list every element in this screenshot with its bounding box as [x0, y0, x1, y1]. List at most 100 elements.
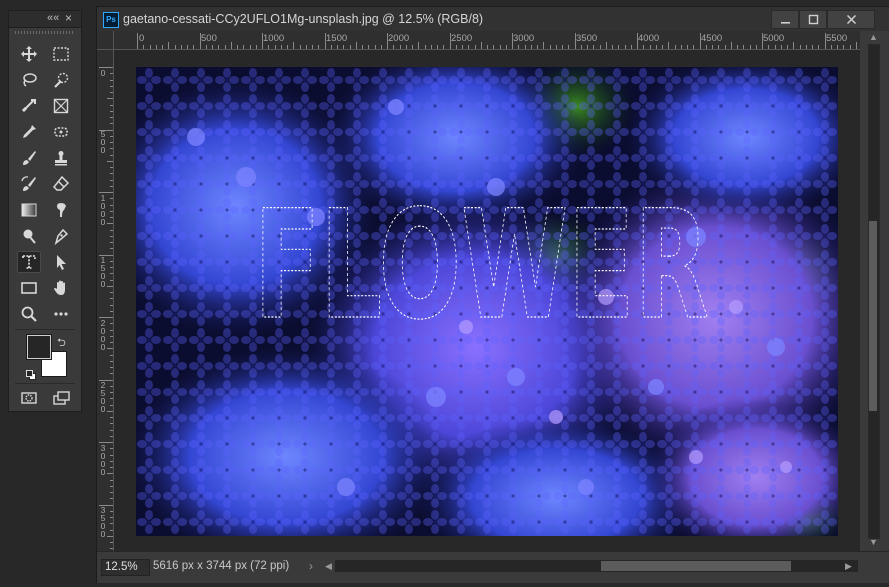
ruler-tick	[780, 45, 782, 49]
document-title: gaetano-cessati-CCy2UFLO1Mg-unsplash.jpg…	[123, 12, 484, 26]
vertical-ruler[interactable]: 0 500 1000 1500 2000 2500 3000 3500	[97, 50, 114, 551]
ruler-tick	[430, 45, 432, 49]
pen-icon[interactable]	[49, 225, 73, 247]
ruler-tick	[487, 45, 488, 49]
ruler-tick	[224, 45, 226, 49]
zoom-level-field[interactable]: 12.5%	[101, 559, 150, 576]
rectangle-shape-icon[interactable]	[17, 277, 41, 299]
ruler-tick	[110, 467, 113, 468]
ruler-tick	[212, 45, 213, 49]
ruler-tick	[305, 45, 307, 49]
rectangular-marquee-icon[interactable]	[49, 43, 73, 65]
type-mask-icon[interactable]	[17, 251, 41, 273]
horizontal-scroll-thumb[interactable]	[601, 561, 791, 571]
ruler-tick	[110, 179, 113, 181]
ruler-tick	[524, 45, 526, 49]
ruler-tick	[107, 473, 113, 475]
ruler-tick	[110, 104, 113, 106]
ruler-tick	[110, 392, 113, 393]
ruler-tick	[599, 45, 601, 49]
ruler-tick	[380, 45, 382, 49]
eraser-icon[interactable]	[49, 173, 73, 195]
hydrangea-photo[interactable]: FLOWER	[136, 67, 838, 536]
ruler-label: 3000	[513, 33, 535, 44]
ruler-tick	[618, 45, 620, 49]
zoom-icon[interactable]	[17, 303, 41, 325]
ruler-tick	[768, 45, 770, 49]
brush-icon[interactable]	[17, 147, 41, 169]
ruler-tick	[110, 73, 113, 75]
clone-stamp-icon[interactable]	[49, 147, 73, 169]
smudge-icon[interactable]	[49, 199, 73, 221]
ruler-tick	[718, 45, 720, 49]
maximize-button[interactable]	[799, 10, 827, 29]
ruler-tick	[110, 329, 113, 331]
close-button[interactable]	[827, 10, 875, 29]
ruler-tick	[543, 42, 545, 49]
gradient-icon[interactable]	[17, 199, 41, 221]
vertical-scrollbar[interactable]: ▲ ▼	[860, 31, 889, 551]
ruler-origin[interactable]	[97, 31, 114, 50]
collapse-panel-button[interactable]: ««	[47, 12, 59, 24]
ruler-tick	[218, 45, 220, 49]
photoshop-icon: Ps	[103, 12, 119, 28]
horizontal-scrollbar[interactable]	[335, 560, 858, 572]
ruler-tick	[110, 267, 113, 268]
more-tools-icon[interactable]	[49, 303, 73, 325]
ruler-tick	[799, 45, 801, 49]
ruler-tick	[493, 45, 495, 49]
ruler-tick	[705, 45, 707, 49]
foreground-color-swatch[interactable]	[27, 335, 51, 359]
ruler-tick	[162, 45, 163, 49]
vertical-scroll-thumb[interactable]	[869, 221, 877, 411]
default-colors-icon[interactable]	[26, 367, 36, 380]
screen-mode-icon[interactable]	[49, 387, 73, 409]
ruler-tick	[399, 45, 401, 49]
ruler-tick	[110, 460, 113, 462]
scroll-left-icon[interactable]: ◀	[325, 561, 332, 572]
horizontal-ruler[interactable]: 0 500 1000 1500 2000 2500 3000 3500 4000…	[114, 31, 860, 50]
move-icon[interactable]	[17, 43, 41, 65]
ruler-tick	[180, 45, 182, 49]
ruler-tick	[110, 217, 113, 218]
eyedropper-icon[interactable]	[17, 121, 41, 143]
minimize-button[interactable]	[771, 10, 799, 29]
ruler-tick	[110, 373, 113, 375]
crop-icon[interactable]	[17, 95, 41, 117]
ruler-tick	[724, 45, 726, 49]
ruler-tick	[168, 42, 170, 49]
lasso-icon[interactable]	[17, 69, 41, 91]
ruler-tick	[110, 298, 113, 300]
ruler-tick	[743, 45, 745, 49]
swap-colors-icon[interactable]: ⮌	[57, 334, 66, 353]
scroll-up-icon[interactable]: ▲	[869, 32, 878, 42]
status-menu-arrow[interactable]: ›	[309, 559, 313, 573]
scroll-right-icon[interactable]: ▶	[845, 561, 852, 572]
quick-selection-icon[interactable]	[49, 69, 73, 91]
maximize-icon	[808, 14, 818, 25]
document-tab[interactable]: Ps gaetano-cessati-CCy2UFLO1Mg-unsplash.…	[97, 7, 889, 31]
dodge-icon[interactable]	[17, 225, 41, 247]
path-selection-icon[interactable]	[49, 251, 73, 273]
ruler-tick	[110, 542, 113, 543]
ruler-tick	[110, 510, 113, 512]
history-brush-icon[interactable]	[17, 173, 41, 195]
ruler-tick	[412, 45, 413, 49]
spot-healing-icon[interactable]	[49, 121, 73, 143]
ruler-tick	[312, 45, 313, 49]
ruler-tick	[110, 235, 113, 237]
ruler-tick	[110, 260, 113, 262]
ruler-tick	[424, 45, 426, 49]
type-selection-marquee[interactable]: FLOWER	[253, 178, 709, 353]
ruler-tick	[155, 45, 157, 49]
panel-grip[interactable]	[15, 31, 75, 34]
close-panel-button[interactable]: ×	[65, 11, 72, 25]
quick-mask-icon[interactable]	[17, 387, 41, 409]
tools-panel-header[interactable]: «« ×	[9, 11, 81, 28]
ruler-tick	[110, 523, 113, 525]
frame-icon[interactable]	[49, 95, 73, 117]
ruler-tick	[110, 335, 113, 337]
scroll-down-icon[interactable]: ▼	[869, 537, 878, 547]
canvas-area[interactable]: FLOWER	[114, 50, 860, 551]
hand-icon[interactable]	[49, 277, 73, 299]
